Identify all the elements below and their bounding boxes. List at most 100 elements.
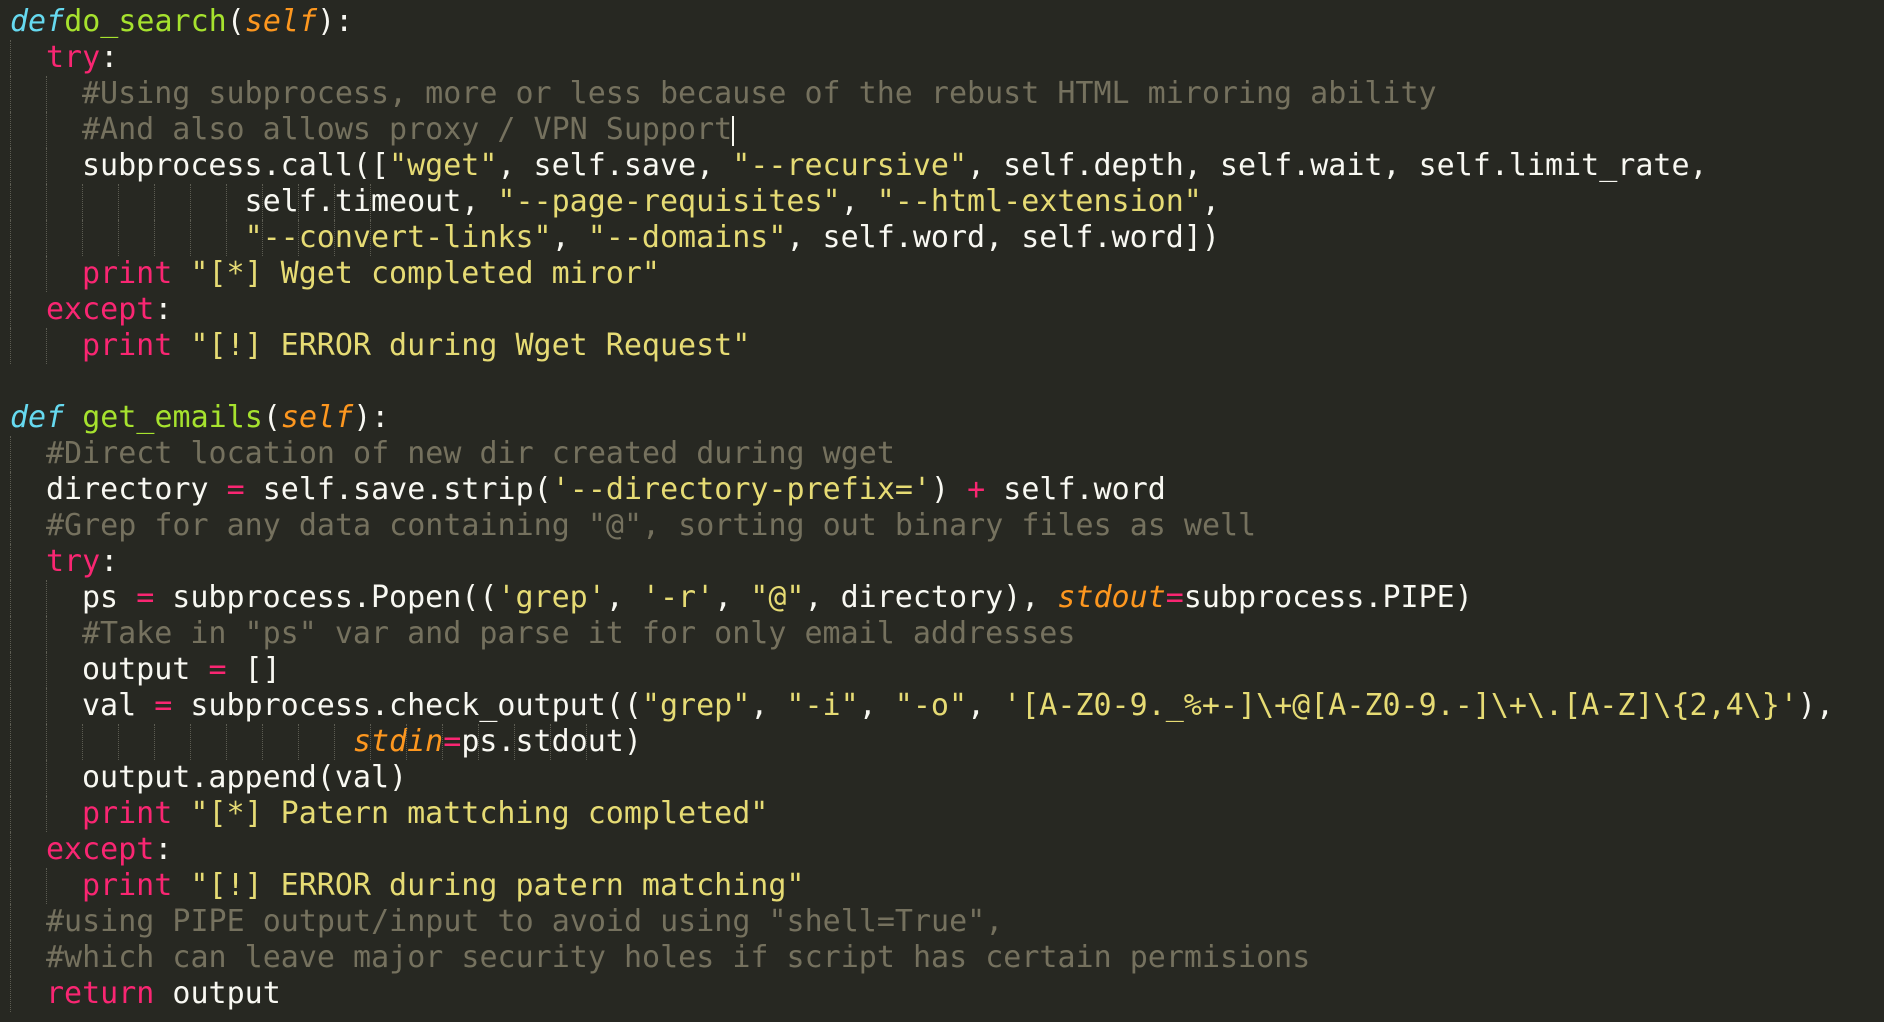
code-line[interactable]: stdin=ps.stdout) <box>0 724 1884 760</box>
indent-guide <box>46 256 47 292</box>
code-text: ), <box>1797 688 1835 723</box>
indent-guide <box>154 220 155 256</box>
indent-guide <box>118 184 119 220</box>
code-line[interactable]: try: <box>0 40 1884 76</box>
code-text: self.save.strip( <box>244 472 552 507</box>
code-line[interactable]: defdo_search(self): <box>0 4 1884 40</box>
code-line[interactable]: #And also allows proxy / VPN Support <box>0 112 1884 148</box>
indent-guide <box>46 112 47 148</box>
keyword: print <box>82 328 173 363</box>
code-comment: #Grep for any data containing "@", sorti… <box>46 508 1257 543</box>
indent-guide <box>118 724 119 760</box>
code-line[interactable]: val = subprocess.check_output(("grep", "… <box>0 688 1884 724</box>
indent-guide <box>10 148 11 184</box>
code-line[interactable]: directory = self.save.strip('--directory… <box>0 472 1884 508</box>
indent-guide <box>46 328 47 364</box>
code-line[interactable]: #Grep for any data containing "@", sorti… <box>0 508 1884 544</box>
string-literal: '[A-Z0-9._%+-]\+@[A-Z0-9.-]\+\.[A-Z]\{2,… <box>1003 688 1798 723</box>
code-line[interactable]: self.timeout, "--page-requisites", "--ht… <box>0 184 1884 220</box>
code-text: val <box>82 688 155 723</box>
code-comment: #using PIPE output/input to avoid using … <box>46 904 1004 939</box>
code-line[interactable]: #using PIPE output/input to avoid using … <box>0 904 1884 940</box>
code-text: ) <box>931 472 968 507</box>
indent-guide <box>46 760 47 796</box>
code-text: , <box>858 688 895 723</box>
indent-guide <box>298 724 299 760</box>
code-line[interactable]: print "[*] Patern mattching completed" <box>0 796 1884 832</box>
code-line[interactable]: #which can leave major security holes if… <box>0 940 1884 976</box>
code-line[interactable]: subprocess.call(["wget", self.save, "--r… <box>0 148 1884 184</box>
code-text: , <box>840 184 877 219</box>
code-text: ps.stdout) <box>461 724 642 759</box>
code-text: ( <box>226 4 245 39</box>
indent-guide <box>298 220 299 256</box>
def-keyword: def <box>10 4 65 39</box>
code-text: ): <box>317 4 354 39</box>
indent-guide <box>10 256 11 292</box>
indent-guide <box>46 184 47 220</box>
indent-guide <box>586 724 587 760</box>
indent-guide <box>262 724 263 760</box>
indent-guide <box>10 652 11 688</box>
indent-guide <box>10 832 11 868</box>
code-line[interactable]: except: <box>0 292 1884 328</box>
operator: + <box>967 472 986 507</box>
code-text: , <box>714 580 751 615</box>
text-cursor <box>732 115 735 146</box>
code-line[interactable]: output.append(val) <box>0 760 1884 796</box>
indent-guide <box>10 328 11 364</box>
code-line[interactable]: print "[!] ERROR during patern matching" <box>0 868 1884 904</box>
indent-guide <box>46 652 47 688</box>
indent-guide <box>10 976 11 1012</box>
code-text: ): <box>353 400 390 435</box>
indent-guide <box>46 76 47 112</box>
code-comment: #Take in "ps" var and parse it for only … <box>82 616 1076 651</box>
operator: = <box>136 580 155 615</box>
code-line[interactable] <box>0 364 1884 400</box>
code-line[interactable]: return output <box>0 976 1884 1012</box>
code-line[interactable]: #Using subprocess, more or less because … <box>0 76 1884 112</box>
indent-guide <box>442 724 443 760</box>
indent-guide <box>10 508 11 544</box>
indent-guide <box>10 292 11 328</box>
keyword-argument: stdin <box>352 724 444 759</box>
code-line[interactable]: #Take in "ps" var and parse it for only … <box>0 616 1884 652</box>
code-text: ( <box>262 400 281 435</box>
code-text: , self.save, <box>497 148 733 183</box>
code-text: , <box>1201 184 1220 219</box>
string-literal: "[!] ERROR during patern matching" <box>190 868 805 903</box>
indent-guide <box>298 184 299 220</box>
indent-guide <box>334 724 335 760</box>
code-line[interactable]: #Direct location of new dir created duri… <box>0 436 1884 472</box>
code-line[interactable]: try: <box>0 544 1884 580</box>
code-text: self.word <box>985 472 1166 507</box>
indent-guide <box>10 112 11 148</box>
code-line[interactable]: def get_emails(self): <box>0 400 1884 436</box>
code-line[interactable]: except: <box>0 832 1884 868</box>
indent-guide <box>10 868 11 904</box>
code-text: subprocess.check_output(( <box>172 688 642 723</box>
code-line[interactable]: "--convert-links", "--domains", self.wor… <box>0 220 1884 256</box>
code-line[interactable]: print "[!] ERROR during Wget Request" <box>0 328 1884 364</box>
code-text: [] <box>226 652 281 687</box>
indent-guide <box>10 796 11 832</box>
code-line[interactable]: print "[*] Wget completed miror" <box>0 256 1884 292</box>
code-line[interactable]: ps = subprocess.Popen(('grep', '-r', "@"… <box>0 580 1884 616</box>
code-line[interactable]: output = [] <box>0 652 1884 688</box>
code-text: ps <box>82 580 137 615</box>
indent-guide <box>118 220 119 256</box>
code-text: directory <box>46 472 227 507</box>
code-editor[interactable]: defdo_search(self): try: #Using subprocess… <box>0 0 1884 1022</box>
indent-guide <box>262 220 263 256</box>
code-text: : <box>100 544 119 579</box>
indent-guide <box>190 220 191 256</box>
indent-guide <box>10 688 11 724</box>
indent-guide <box>10 40 11 76</box>
indent-guide <box>46 580 47 616</box>
indent-guide <box>478 724 479 760</box>
operator: = <box>226 472 245 507</box>
